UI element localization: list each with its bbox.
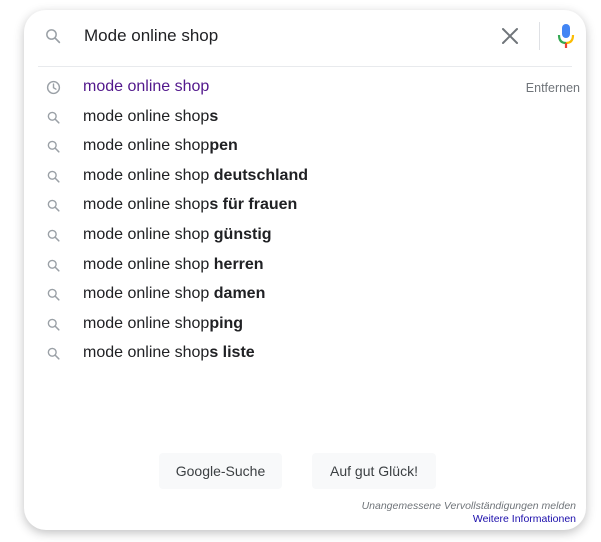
magnifier-icon (46, 258, 61, 273)
suggestion-item[interactable]: mode online shop günstig (24, 221, 586, 251)
search-autocomplete-panel: mode online shop Entfernen mode online s… (24, 10, 586, 530)
suggestion-completion: s (209, 107, 219, 125)
suggestion-text: mode online shoppen (83, 137, 238, 155)
search-bar (24, 10, 586, 62)
suggestion-base: mode online shop (83, 166, 214, 184)
suggestion-text: mode online shop deutschland (83, 167, 308, 185)
button-row: Google-Suche Auf gut Glück! (24, 453, 586, 489)
suggestion-base: mode online shop (83, 107, 210, 125)
suggestion-completion: s liste (209, 344, 255, 362)
suggestion-item[interactable]: mode online shop deutschland (24, 162, 586, 192)
magnifier-icon (46, 287, 61, 302)
suggestion-text: mode online shopping (83, 315, 243, 333)
suggestion-text: mode online shops (83, 108, 218, 126)
close-icon (502, 28, 518, 44)
suggestion-item[interactable]: mode online shops (24, 103, 586, 133)
magnifier-icon (46, 139, 61, 154)
suggestion-base: mode online shop (83, 314, 210, 332)
magnifier-icon (46, 346, 61, 361)
suggestion-item[interactable]: mode online shops liste (24, 339, 586, 369)
suggestion-item[interactable]: mode online shop herren (24, 251, 586, 281)
autocomplete-footer: Unangemessene Vervollständigungen melden… (362, 500, 576, 526)
magnifier-icon (46, 110, 61, 125)
suggestion-item[interactable]: mode online shoppen (24, 132, 586, 162)
suggestion-completion: günstig (213, 225, 272, 243)
suggestion-base: mode online shop (83, 137, 210, 155)
suggestion-list: mode online shop Entfernen mode online s… (24, 73, 586, 369)
suggestion-base: mode online shop (83, 196, 210, 214)
magnifier-icon (44, 27, 62, 45)
feeling-lucky-button[interactable]: Auf gut Glück! (312, 453, 436, 489)
suggestion-base: mode online shop (83, 78, 210, 95)
search-input[interactable] (84, 22, 464, 50)
suggestion-item[interactable]: mode online shopping (24, 310, 586, 340)
suggestion-text: mode online shop herren (83, 256, 264, 274)
suggestion-text: mode online shop damen (83, 285, 265, 303)
suggestion-item[interactable]: mode online shops für frauen (24, 191, 586, 221)
learn-more-link[interactable]: Weitere Informationen (362, 513, 576, 526)
suggestion-completion: damen (213, 285, 266, 303)
clear-button[interactable] (497, 23, 523, 49)
suggestion-base: mode online shop (83, 344, 210, 362)
suggestion-completion: deutschland (213, 166, 308, 184)
suggestion-item[interactable]: mode online shop damen (24, 280, 586, 310)
report-predictions-link[interactable]: Unangemessene Vervollständigungen melden (362, 500, 576, 513)
suggestion-text: mode online shop günstig (83, 226, 272, 244)
suggestion-text: mode online shops für frauen (83, 196, 297, 214)
suggestion-base: mode online shop (83, 285, 214, 303)
google-search-button[interactable]: Google-Suche (159, 453, 282, 489)
remove-history-link[interactable]: Entfernen (526, 81, 580, 95)
microphone-icon (557, 24, 575, 48)
suggestion-base: mode online shop (83, 255, 214, 273)
clock-icon (46, 80, 61, 95)
magnifier-icon (46, 228, 61, 243)
suggestion-base: mode online shop (83, 225, 214, 243)
suggestion-completion: ping (209, 314, 244, 332)
voice-search-button[interactable] (556, 22, 576, 50)
magnifier-icon (46, 169, 61, 184)
search-bar-divider (539, 22, 540, 50)
suggestion-text: mode online shops liste (83, 344, 255, 362)
magnifier-icon (46, 317, 61, 332)
suggestion-item[interactable]: mode online shop Entfernen (24, 73, 586, 103)
magnifier-icon (46, 198, 61, 213)
suggestion-completion: pen (209, 137, 238, 155)
suggestion-completion: herren (213, 255, 264, 273)
suggestion-completion: s für frauen (209, 196, 298, 214)
suggestions-divider (38, 66, 572, 67)
suggestion-text: mode online shop (83, 78, 209, 96)
